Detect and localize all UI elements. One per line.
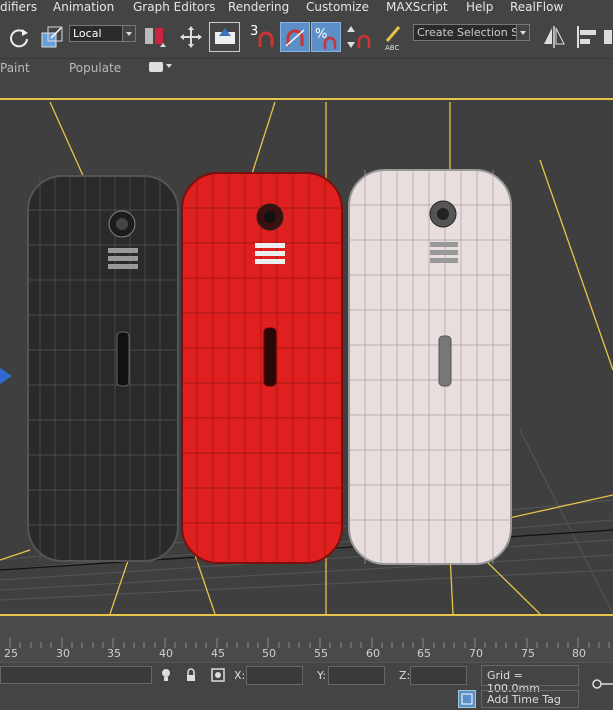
chevron-down-icon	[166, 64, 172, 68]
mirror-icon	[544, 26, 565, 48]
chevron-down-icon	[122, 26, 135, 41]
phone-white[interactable]	[348, 169, 512, 565]
y-coordinate-label: Y:	[317, 669, 326, 682]
move-button[interactable]	[176, 22, 206, 52]
ribbon-tab-populate[interactable]: Populate	[69, 60, 121, 76]
menu-graph-editors[interactable]: Graph Editors	[133, 0, 215, 17]
pivot-button[interactable]	[140, 22, 170, 52]
lightbulb-icon[interactable]	[159, 667, 173, 683]
timeline-tick-label: 70	[469, 647, 483, 660]
percent-snap-button[interactable]: %	[311, 22, 341, 52]
timeline-tick-label: 45	[211, 647, 225, 660]
ribbon-collapsed-area	[0, 80, 613, 98]
menu-rendering[interactable]: Rendering	[228, 0, 289, 17]
rotate-icon	[10, 29, 28, 48]
angle-snap-icon	[285, 29, 305, 47]
timeline-tick-label: 25	[4, 647, 18, 660]
grid-readout: Grid = 100.0mm	[481, 665, 579, 695]
timeline-tick-label: 55	[314, 647, 328, 660]
move-icon	[180, 26, 202, 48]
y-coordinate-field[interactable]	[328, 666, 385, 685]
viewport-scene	[0, 101, 613, 614]
menu-customize[interactable]: Customize	[306, 0, 369, 17]
align-icon	[577, 26, 596, 48]
reference-coordinate-dropdown[interactable]: Local	[69, 25, 136, 42]
timeline-tick-label: 80	[572, 647, 586, 660]
scale-icon	[41, 26, 63, 48]
maxscript-listener-field[interactable]	[0, 666, 152, 684]
timeline-tick-label: 50	[262, 647, 276, 660]
named-selection-set-placeholder: Create Selection Se	[417, 26, 525, 39]
timeline-tick-label: 60	[366, 647, 380, 660]
ribbon-tab-paint[interactable]: Paint	[0, 60, 30, 76]
more-icon	[604, 30, 612, 44]
time-tag-toggle[interactable]	[458, 690, 476, 708]
named-selection-set-dropdown[interactable]: Create Selection Se	[413, 24, 530, 41]
menu-bar: difiers Animation Graph Editors Renderin…	[0, 0, 613, 17]
select-object-icon	[214, 28, 235, 44]
spinner-snap-icon	[347, 26, 371, 48]
time-tag-icon	[461, 693, 473, 705]
svg-text:ABC: ABC	[385, 44, 399, 51]
scale-button[interactable]	[38, 22, 66, 52]
timeline-tick-label: 40	[159, 647, 173, 660]
perspective-viewport[interactable]	[0, 98, 613, 616]
reference-coordinate-value: Local	[73, 27, 102, 40]
z-coordinate-field[interactable]	[410, 666, 467, 685]
z-coordinate-label: Z:	[399, 669, 411, 682]
menu-help[interactable]: Help	[466, 0, 493, 17]
timeline-tick-label: 75	[521, 647, 535, 660]
menu-animation[interactable]: Animation	[53, 0, 114, 17]
pivot-icon	[145, 28, 166, 47]
keyboard-shortcut-override-button[interactable]	[209, 22, 240, 52]
phone-red[interactable]	[181, 172, 343, 564]
x-coordinate-field[interactable]	[246, 666, 303, 685]
spinner-snap-button[interactable]	[343, 22, 373, 52]
timeline-tick-label: 35	[107, 647, 121, 660]
lock-icon[interactable]	[184, 667, 198, 683]
phone-black[interactable]	[27, 175, 179, 562]
timeline-tick-label: 65	[417, 647, 431, 660]
chevron-down-icon	[516, 25, 529, 40]
ribbon-options-button[interactable]	[149, 62, 163, 72]
add-time-tag-button[interactable]: Add Time Tag	[481, 690, 579, 708]
toolbar-overflow[interactable]	[603, 22, 613, 52]
key-icon[interactable]	[592, 677, 613, 691]
edit-named-selection-icon: ABC	[385, 26, 401, 51]
ribbon: Paint Populate	[0, 59, 613, 79]
axis-tripod-icon	[0, 368, 12, 384]
snap-number: 3	[250, 24, 259, 39]
percent-snap-icon: %	[315, 27, 337, 49]
x-coordinate-label: X:	[234, 669, 246, 682]
align-button[interactable]	[573, 22, 601, 52]
edit-named-selection-button[interactable]: ABC	[380, 22, 408, 52]
snap-toggle-button[interactable]: 3	[248, 22, 278, 52]
menu-maxscript[interactable]: MAXScript	[386, 0, 448, 17]
transform-type-in-icon[interactable]	[210, 667, 226, 683]
angle-snap-button[interactable]	[280, 22, 310, 52]
add-time-tag-label: Add Time Tag	[487, 693, 561, 706]
menu-realflow[interactable]: RealFlow	[510, 0, 563, 17]
mirror-button[interactable]	[540, 22, 568, 52]
timeline-tick-label: 30	[56, 647, 70, 660]
menu-modifiers[interactable]: difiers	[0, 0, 37, 17]
rotate-button[interactable]	[5, 22, 33, 52]
